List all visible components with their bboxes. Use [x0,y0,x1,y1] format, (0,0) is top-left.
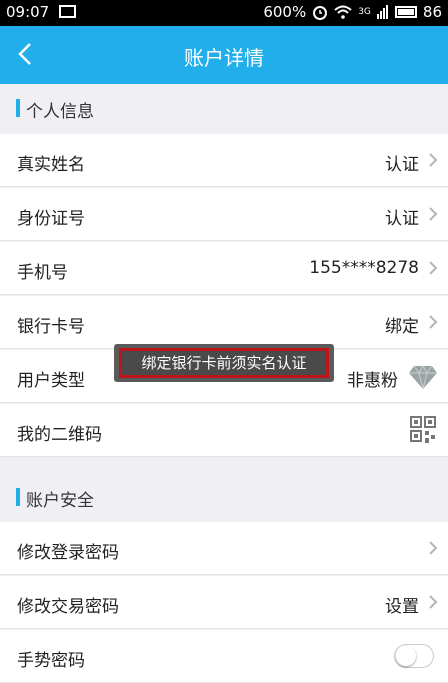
battery-level: 86 [422,3,442,21]
row-gesture-password: 手势密码 [0,630,448,683]
row-value: 绑定 [385,317,419,337]
chevron-right-icon [429,541,438,555]
row-label: 身份证号 [17,209,85,229]
row-value: 155****8278 [309,258,419,278]
section-personal-header: 个人信息 [0,84,448,132]
section-security-header: 账户安全 [0,473,448,521]
section-title: 账户安全 [26,491,94,511]
battery-icon [394,6,417,18]
status-bar: 09:07 600% 3G 86 [0,0,448,26]
chevron-right-icon [429,315,438,329]
row-value: 设置 [385,597,419,617]
row-label: 修改交易密码 [17,597,119,617]
row-value: 非惠粉 [347,371,398,391]
row-change-login-password[interactable]: 修改登录密码 [0,522,448,575]
status-time: 09:07 [6,3,50,21]
gesture-password-toggle[interactable] [394,644,434,668]
row-my-qrcode[interactable]: 我的二维码 [0,404,448,457]
row-value: 认证 [385,209,419,229]
row-label: 手机号 [17,263,68,283]
chevron-right-icon [429,153,438,167]
toast: 绑定银行卡前须实名认证 [114,344,334,382]
row-label: 真实姓名 [17,155,85,175]
image-icon [59,5,76,18]
toast-message: 绑定银行卡前须实名认证 [119,348,329,378]
row-label: 用户类型 [17,371,85,391]
row-value: 认证 [385,155,419,175]
page-title: 账户详情 [184,46,264,70]
signal-icon [376,5,388,19]
network-type: 3G [358,7,371,17]
toggle-knob [396,646,416,666]
diamond-icon [409,364,437,390]
zoom-level: 600% [263,3,307,21]
chevron-right-icon [429,261,438,275]
row-label: 银行卡号 [17,317,85,337]
chevron-right-icon [429,595,438,609]
wifi-icon [334,5,352,19]
row-label: 我的二维码 [17,425,102,445]
row-bank-card[interactable]: 银行卡号 绑定 [0,296,448,349]
qr-code-icon [410,416,436,443]
alarm-icon [313,6,328,20]
row-id-number[interactable]: 身份证号 认证 [0,188,448,241]
row-label: 修改登录密码 [17,543,119,563]
row-real-name[interactable]: 真实姓名 认证 [0,134,448,187]
nav-bar: 账户详情 [0,26,448,84]
chevron-right-icon [429,207,438,221]
section-accent-bar [16,488,20,506]
row-change-trade-password[interactable]: 修改交易密码 设置 [0,576,448,629]
row-label: 手势密码 [17,651,85,671]
row-phone[interactable]: 手机号 155****8278 [0,242,448,295]
section-accent-bar [16,99,20,117]
section-title: 个人信息 [26,102,94,122]
